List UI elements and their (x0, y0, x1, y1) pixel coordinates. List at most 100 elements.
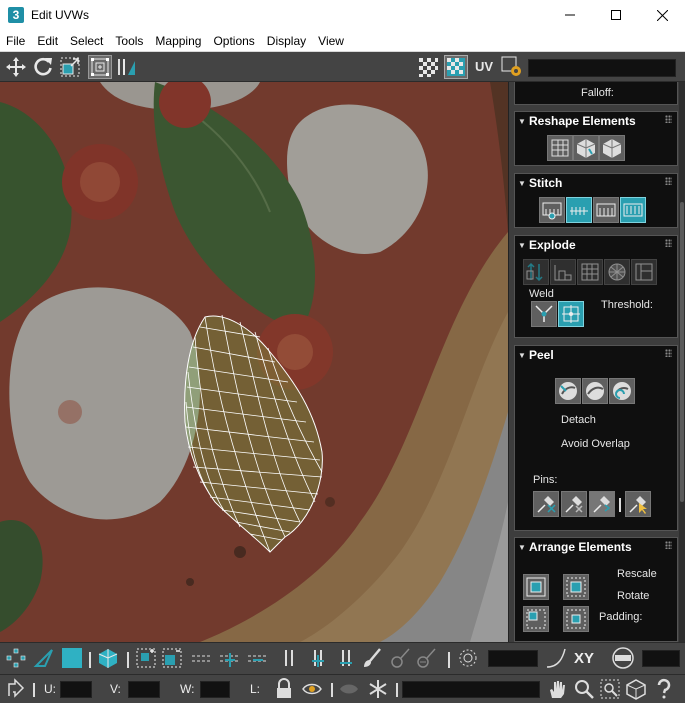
xy-space-toggle[interactable]: XY (574, 650, 594, 667)
menu-edit[interactable]: Edit (31, 30, 64, 52)
paint-shrink-button[interactable] (414, 646, 438, 670)
scale-tool-button[interactable] (58, 55, 82, 79)
shrink-selection-button[interactable] (160, 646, 184, 670)
show-map-button[interactable] (444, 55, 468, 79)
element-mode-button[interactable] (96, 646, 120, 670)
panel-scrollbar[interactable] (679, 82, 685, 642)
stitch-average-button[interactable] (593, 197, 619, 223)
grow-selection-button[interactable] (134, 646, 158, 670)
pack-together-button[interactable] (523, 606, 549, 632)
stitch-header[interactable]: ▼ Stitch (515, 174, 677, 192)
help-button[interactable] (652, 677, 676, 701)
menu-select[interactable]: Select (64, 30, 109, 52)
break-button[interactable] (631, 259, 657, 285)
edge-distance-field[interactable] (642, 650, 680, 667)
flatten-by-smoothing-group-button[interactable] (523, 259, 549, 285)
filter-selected-faces-button[interactable] (300, 677, 324, 701)
unpin-selected-button[interactable] (561, 491, 587, 517)
move-tool-button[interactable] (4, 55, 28, 79)
polygon-mode-button[interactable] (60, 646, 84, 670)
panel-scroll-thumb[interactable] (680, 202, 684, 502)
menu-view[interactable]: View (312, 30, 350, 52)
lock-selection-button[interactable] (272, 677, 296, 701)
absolute-offset-toggle[interactable] (4, 677, 28, 701)
uv-editor-viewport[interactable] (0, 82, 508, 642)
close-button[interactable] (639, 0, 685, 30)
avoid-overlap-label[interactable]: Avoid Overlap (561, 438, 630, 450)
quick-peel-button[interactable] (555, 378, 581, 404)
settings-button[interactable] (500, 55, 524, 79)
menu-options[interactable]: Options (207, 30, 260, 52)
weld-selected-button[interactable] (531, 301, 557, 327)
straighten-selection-button[interactable] (547, 135, 573, 161)
pan-button[interactable] (545, 677, 569, 701)
maximize-button[interactable] (593, 0, 639, 30)
relax-button[interactable] (573, 135, 599, 161)
auto-pin-button[interactable] (589, 491, 615, 517)
peel-mode-button[interactable] (582, 378, 608, 404)
paint-select-button[interactable] (360, 646, 384, 670)
flatten-mapping-button[interactable] (604, 259, 630, 285)
checker-pattern-button[interactable] (416, 55, 440, 79)
edge-ring-button[interactable] (277, 646, 301, 670)
arrange-elements-rollout: ▼ Arrange Elements Rescale Rotate Paddin… (514, 537, 678, 642)
freeform-tool-button[interactable] (88, 55, 112, 79)
menu-mapping[interactable]: Mapping (149, 30, 207, 52)
texture-dropdown[interactable] (528, 59, 676, 77)
edge-distance-button[interactable] (611, 646, 635, 670)
detach-label[interactable]: Detach (561, 414, 596, 426)
mirror-tool-button[interactable] (122, 55, 136, 79)
peel-header[interactable]: ▼ Peel (515, 346, 677, 364)
arrange-elements-header[interactable]: ▼ Arrange Elements (515, 538, 677, 556)
loop-grow-button[interactable] (218, 646, 242, 670)
falloff-type-button[interactable] (544, 646, 568, 670)
drag-handle-icon[interactable] (665, 349, 672, 357)
uv-mesh-wireframe[interactable] (0, 82, 508, 642)
rotate-label[interactable]: Rotate (617, 590, 649, 602)
rotate-tool-button[interactable] (31, 55, 55, 79)
rectangle-element-button[interactable] (599, 135, 625, 161)
flatten-by-material-button[interactable] (550, 259, 576, 285)
drag-handle-icon[interactable] (665, 541, 672, 549)
ring-shrink-button[interactable] (334, 646, 358, 670)
zoom-region-button[interactable] (598, 677, 622, 701)
menu-tools[interactable]: Tools (109, 30, 149, 52)
weld-all-button[interactable] (558, 301, 584, 327)
pack-normalize-button[interactable] (523, 574, 549, 600)
soft-selection-button[interactable] (456, 646, 480, 670)
rescale-label[interactable]: Rescale (617, 568, 657, 580)
pack-custom-button[interactable] (563, 574, 589, 600)
soft-selection-value-field[interactable] (488, 650, 538, 667)
vertex-mode-button[interactable] (4, 646, 28, 670)
stitch-to-target-button[interactable] (566, 197, 592, 223)
reshape-elements-header[interactable]: ▼ Reshape Elements (515, 112, 677, 130)
loop-shrink-button[interactable] (246, 646, 270, 670)
hide-button[interactable] (337, 677, 361, 701)
edge-loop-button[interactable] (190, 646, 214, 670)
uv-toggle[interactable]: UV (475, 59, 493, 74)
stitch-to-source-button[interactable] (620, 197, 646, 223)
select-pinned-button[interactable] (625, 491, 651, 517)
minimize-button[interactable] (547, 0, 593, 30)
menu-display[interactable]: Display (261, 30, 312, 52)
pin-selected-button[interactable] (533, 491, 559, 517)
drag-handle-icon[interactable] (665, 115, 672, 123)
pack-in-place-button[interactable] (563, 606, 589, 632)
menu-file[interactable]: File (0, 30, 31, 52)
stitch-custom-button[interactable] (539, 197, 565, 223)
paint-grow-button[interactable] (388, 646, 412, 670)
drag-handle-icon[interactable] (665, 239, 672, 247)
ring-grow-button[interactable] (306, 646, 330, 670)
u-coordinate-field[interactable] (60, 681, 92, 698)
reset-peel-button[interactable] (609, 378, 635, 404)
drag-handle-icon[interactable] (665, 177, 672, 185)
freeze-button[interactable] (366, 677, 390, 701)
w-coordinate-field[interactable] (200, 681, 230, 698)
edge-mode-button[interactable] (32, 646, 56, 670)
flatten-by-face-angle-button[interactable] (577, 259, 603, 285)
selection-set-dropdown[interactable] (402, 681, 540, 698)
zoom-button[interactable] (572, 677, 596, 701)
v-coordinate-field[interactable] (128, 681, 160, 698)
zoom-extents-button[interactable] (624, 677, 648, 701)
explode-header[interactable]: ▼ Explode (515, 236, 677, 254)
